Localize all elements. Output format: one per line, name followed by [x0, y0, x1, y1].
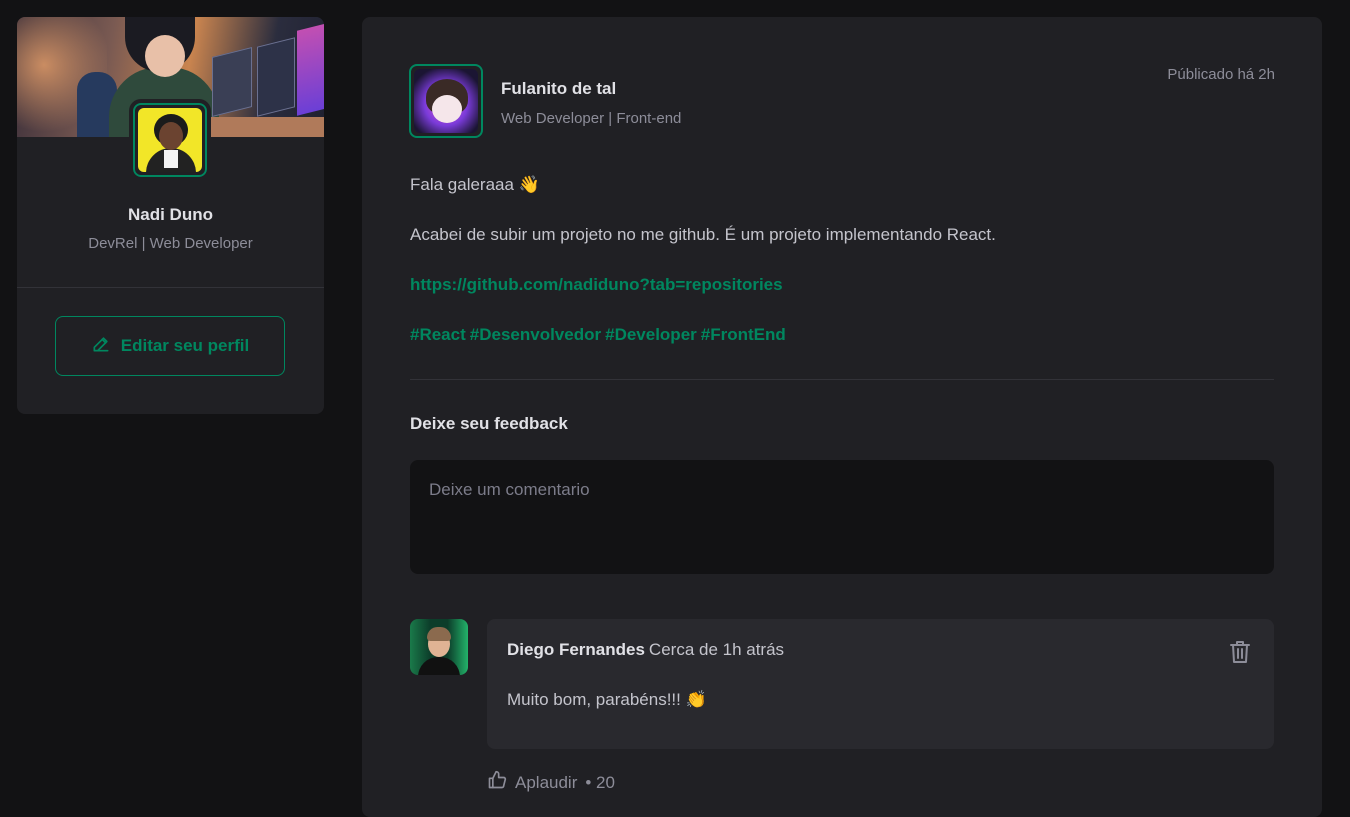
author-role: Web Developer | Front-end	[501, 110, 682, 127]
tag-link[interactable]: #Developer	[605, 325, 697, 344]
comment-text: Muito bom, parabéns!!! 👏	[507, 690, 707, 709]
profile-role: DevRel | Web Developer	[88, 235, 253, 252]
published-time: Públicado há 2h	[1167, 66, 1275, 83]
applaud-count: • 20	[585, 772, 615, 792]
applaud-button[interactable]: Aplaudir • 20	[487, 770, 615, 795]
pencil-icon	[91, 334, 111, 359]
profile-sidebar: Nadi Duno DevRel | Web Developer Editar …	[17, 17, 324, 414]
sidebar-divider	[17, 287, 324, 288]
tag-link[interactable]: #React	[410, 325, 466, 344]
comment-header: Diego Fernandes Cerca de 1h atrás	[507, 640, 784, 660]
comment-author: Diego Fernandes	[507, 640, 645, 659]
comment-card: Diego Fernandes Cerca de 1h atrás Muito b…	[487, 619, 1274, 749]
comment-time: Cerca de 1h atrás	[648, 640, 785, 659]
applaud-label: Aplaudir	[515, 772, 578, 792]
edit-profile-button[interactable]: Editar seu perfil	[55, 316, 285, 376]
post-divider	[410, 379, 1274, 380]
profile-avatar	[129, 99, 211, 181]
post-body: Acabei de subir um projeto no me github.…	[410, 225, 996, 244]
profile-name: Nadi Duno	[128, 205, 213, 224]
post-card: Fulanito de tal Web Developer | Front-en…	[362, 17, 1322, 817]
edit-profile-label: Editar seu perfil	[120, 336, 250, 355]
trash-icon	[1228, 641, 1252, 668]
author-avatar[interactable]	[409, 64, 483, 138]
post-tags: #React #Desenvolvedor #Developer #FrontEnd	[410, 325, 790, 345]
tag-link[interactable]: #Desenvolvedor	[470, 325, 601, 344]
commenter-avatar[interactable]	[410, 619, 468, 675]
delete-comment-button[interactable]	[1228, 639, 1252, 665]
comment-input[interactable]	[410, 460, 1274, 574]
tag-link[interactable]: #FrontEnd	[701, 325, 786, 344]
thumbs-up-icon	[487, 770, 507, 795]
post-link[interactable]: https://github.com/nadiduno?tab=reposito…	[410, 275, 783, 295]
feedback-title: Deixe seu feedback	[410, 414, 568, 433]
post-greeting: Fala galeraaa 👋	[410, 175, 540, 194]
author-name: Fulanito de tal	[501, 79, 617, 98]
